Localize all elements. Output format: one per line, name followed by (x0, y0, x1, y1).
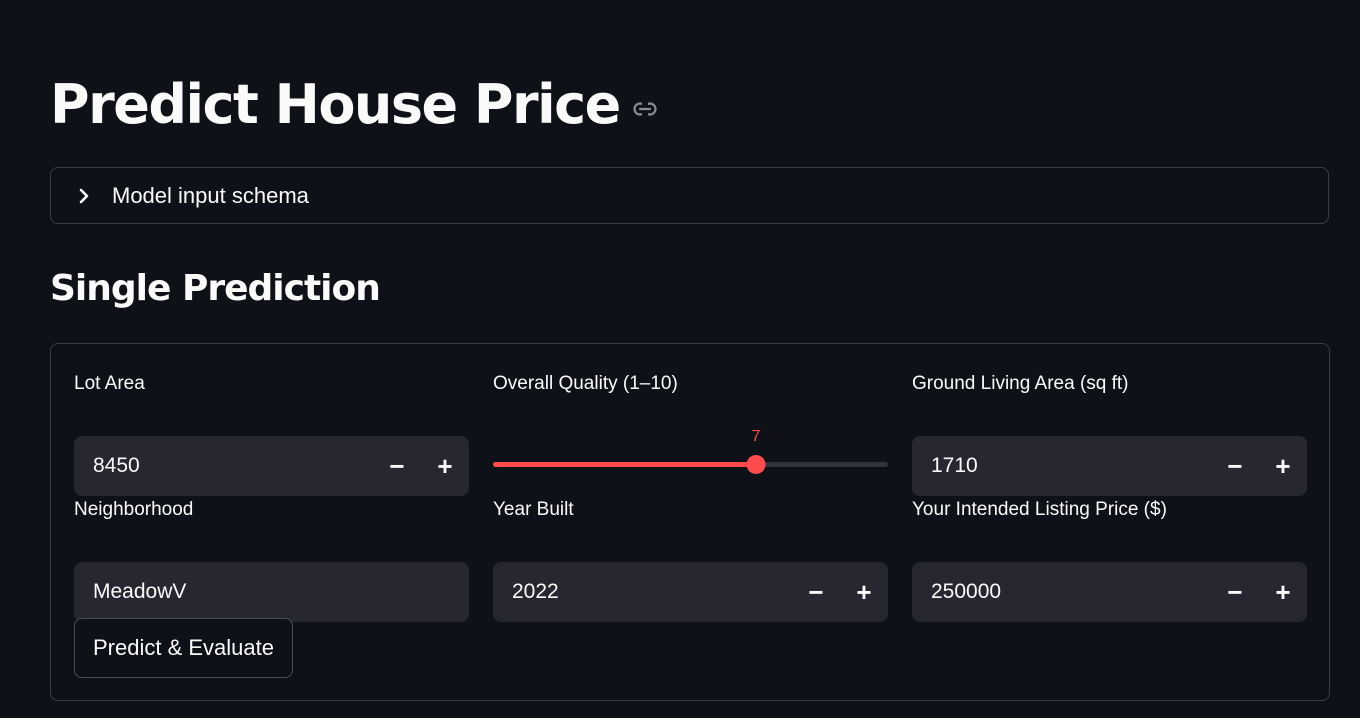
ground-living-area-label: Ground Living Area (sq ft) (912, 373, 1129, 394)
model-input-schema-expander[interactable]: Model input schema (50, 167, 1329, 224)
page-title: Predict House Price (50, 72, 621, 136)
listing-price-label: Your Intended Listing Price ($) (912, 499, 1167, 520)
chevron-right-icon (76, 188, 92, 204)
year-built-decrement-button[interactable]: − (792, 562, 840, 622)
prediction-form: Lot Area 8450 − + Overall Quality (1–10)… (50, 343, 1330, 701)
ground-living-area-increment-button[interactable]: + (1259, 436, 1307, 496)
app-page: Predict House Price Model input schema S… (0, 0, 1360, 718)
listing-price-field: Your Intended Listing Price ($) 250000 −… (912, 498, 1307, 622)
ground-living-area-value[interactable]: 1710 (912, 454, 1211, 478)
link-icon[interactable] (632, 96, 658, 122)
title-row: Predict House Price (50, 68, 658, 140)
slider-value-label: 7 (751, 428, 761, 445)
lot-area-label: Lot Area (74, 373, 145, 394)
year-built-input[interactable]: 2022 − + (493, 562, 888, 622)
expander-label: Model input schema (112, 182, 309, 208)
lot-area-value[interactable]: 8450 (74, 454, 373, 478)
lot-area-decrement-button[interactable]: − (373, 436, 421, 496)
overall-quality-field: Overall Quality (1–10) 7 (493, 372, 888, 474)
slider-thumb[interactable] (746, 455, 766, 474)
ground-living-area-field: Ground Living Area (sq ft) 1710 − + (912, 372, 1307, 496)
neighborhood-input[interactable]: MeadowV (74, 562, 469, 622)
slider-track[interactable] (493, 455, 888, 474)
overall-quality-label: Overall Quality (1–10) (493, 373, 678, 394)
listing-price-value[interactable]: 250000 (912, 580, 1211, 604)
section-title: Single Prediction (50, 268, 381, 309)
lot-area-field: Lot Area 8450 − + (74, 372, 469, 496)
predict-evaluate-button[interactable]: Predict & Evaluate (74, 618, 293, 678)
listing-price-input[interactable]: 250000 − + (912, 562, 1307, 622)
neighborhood-label: Neighborhood (74, 499, 194, 520)
listing-price-increment-button[interactable]: + (1259, 562, 1307, 622)
lot-area-increment-button[interactable]: + (421, 436, 469, 496)
ground-living-area-input[interactable]: 1710 − + (912, 436, 1307, 496)
year-built-label: Year Built (493, 499, 574, 520)
year-built-value[interactable]: 2022 (493, 580, 792, 604)
neighborhood-field: Neighborhood MeadowV (74, 498, 469, 622)
listing-price-decrement-button[interactable]: − (1211, 562, 1259, 622)
year-built-increment-button[interactable]: + (840, 562, 888, 622)
year-built-field: Year Built 2022 − + (493, 498, 888, 622)
ground-living-area-decrement-button[interactable]: − (1211, 436, 1259, 496)
neighborhood-value[interactable]: MeadowV (74, 580, 186, 604)
overall-quality-slider[interactable]: 7 (493, 428, 888, 488)
lot-area-input[interactable]: 8450 − + (74, 436, 469, 496)
slider-fill (493, 462, 756, 467)
